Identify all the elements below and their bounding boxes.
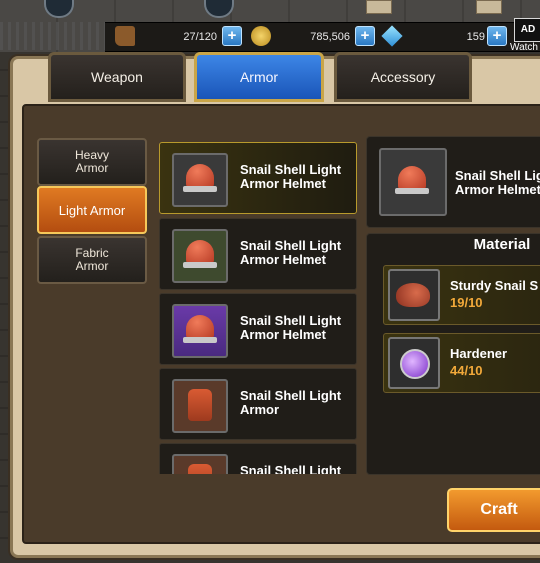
material-entry: Hardener 44/10 bbox=[383, 333, 540, 393]
item-name: Snail Shell Light Armor Helmet bbox=[240, 162, 342, 191]
add-stamina-button[interactable]: + bbox=[222, 26, 242, 46]
coin-icon bbox=[251, 26, 271, 46]
list-item[interactable]: Snail Shell Light Armor Helmet bbox=[159, 218, 357, 290]
pillar-decoration bbox=[366, 0, 392, 14]
item-thumbnail bbox=[172, 379, 228, 433]
add-gem-button[interactable]: + bbox=[487, 26, 507, 46]
gem-value: 159 bbox=[466, 31, 485, 43]
material-count: 19/10 bbox=[450, 295, 483, 310]
body-armor-icon bbox=[188, 389, 212, 421]
material-thumbnail bbox=[388, 337, 440, 389]
list-item[interactable]: Snail Shell Light Armor Helmet bbox=[159, 142, 357, 214]
body-armor-icon bbox=[188, 464, 212, 474]
fence-decoration bbox=[0, 22, 110, 50]
category-label-line2: Armor bbox=[75, 259, 109, 273]
category-label: Light Armor bbox=[58, 202, 126, 218]
gem-icon bbox=[381, 25, 403, 47]
item-thumbnail bbox=[172, 304, 228, 358]
material-thumbnail bbox=[388, 269, 440, 321]
gold-value: 785,506 bbox=[310, 31, 350, 43]
stamina-value: 27/120 bbox=[183, 31, 217, 43]
craft-button[interactable]: Craft bbox=[447, 488, 540, 532]
item-list[interactable]: Snail Shell Light Armor Helmet Snail Shel… bbox=[155, 136, 359, 474]
material-panel: Material Sturdy Snail S 19/10 Hardener 4… bbox=[366, 233, 540, 475]
helmet-icon bbox=[183, 315, 217, 343]
selected-item-name: Snail Shell Lig Armor Helmet bbox=[455, 168, 540, 197]
helmet-icon bbox=[183, 240, 217, 268]
item-thumbnail bbox=[172, 229, 228, 283]
category-heavy-armor[interactable]: Heavy Armor bbox=[37, 138, 147, 186]
item-name: Snail Shell Light Armor Helmet bbox=[240, 238, 342, 267]
item-thumbnail bbox=[172, 454, 228, 474]
resource-bar: 27/120 + 785,506 + 159 + bbox=[105, 22, 540, 52]
helmet-icon bbox=[183, 164, 217, 192]
selected-item-thumbnail bbox=[379, 148, 447, 216]
category-label-line2: Armor bbox=[75, 161, 109, 175]
snail-shell-icon bbox=[396, 283, 430, 307]
helmet-icon bbox=[395, 166, 429, 194]
watch-ad-button[interactable]: AD bbox=[514, 18, 540, 42]
list-item[interactable]: Snail Shell Light bbox=[159, 443, 357, 474]
add-gold-button[interactable]: + bbox=[355, 26, 375, 46]
item-thumbnail bbox=[172, 153, 228, 207]
tab-accessory[interactable]: Accessory bbox=[334, 52, 472, 102]
item-name: Snail Shell Light Armor bbox=[240, 388, 342, 417]
item-name: Snail Shell Light Armor Helmet bbox=[240, 313, 342, 342]
category-fabric-armor[interactable]: Fabric Armor bbox=[37, 236, 147, 284]
material-entry: Sturdy Snail S 19/10 bbox=[383, 265, 540, 325]
material-name: Hardener bbox=[450, 346, 508, 361]
list-item[interactable]: Snail Shell Light Armor bbox=[159, 368, 357, 440]
material-count: 44/10 bbox=[450, 363, 483, 378]
boot-icon bbox=[115, 26, 135, 46]
item-name: Snail Shell Light bbox=[240, 463, 342, 475]
selected-item-detail: Snail Shell Lig Armor Helmet bbox=[366, 136, 540, 228]
watch-ad-label: Watch bbox=[510, 42, 538, 53]
stamina-counter: 27/120 bbox=[145, 23, 217, 51]
pillar-decoration bbox=[476, 0, 502, 14]
list-item[interactable]: Snail Shell Light Armor Helmet bbox=[159, 293, 357, 365]
category-light-armor[interactable]: Light Armor bbox=[37, 186, 147, 234]
material-title: Material bbox=[473, 236, 531, 253]
tab-weapon[interactable]: Weapon bbox=[48, 52, 186, 102]
gem-counter: 159 bbox=[415, 23, 485, 51]
tab-armor[interactable]: Armor bbox=[194, 52, 324, 102]
gold-counter: 785,506 bbox=[280, 23, 350, 51]
potion-flask-icon bbox=[400, 349, 430, 379]
material-name: Sturdy Snail S bbox=[450, 278, 539, 293]
